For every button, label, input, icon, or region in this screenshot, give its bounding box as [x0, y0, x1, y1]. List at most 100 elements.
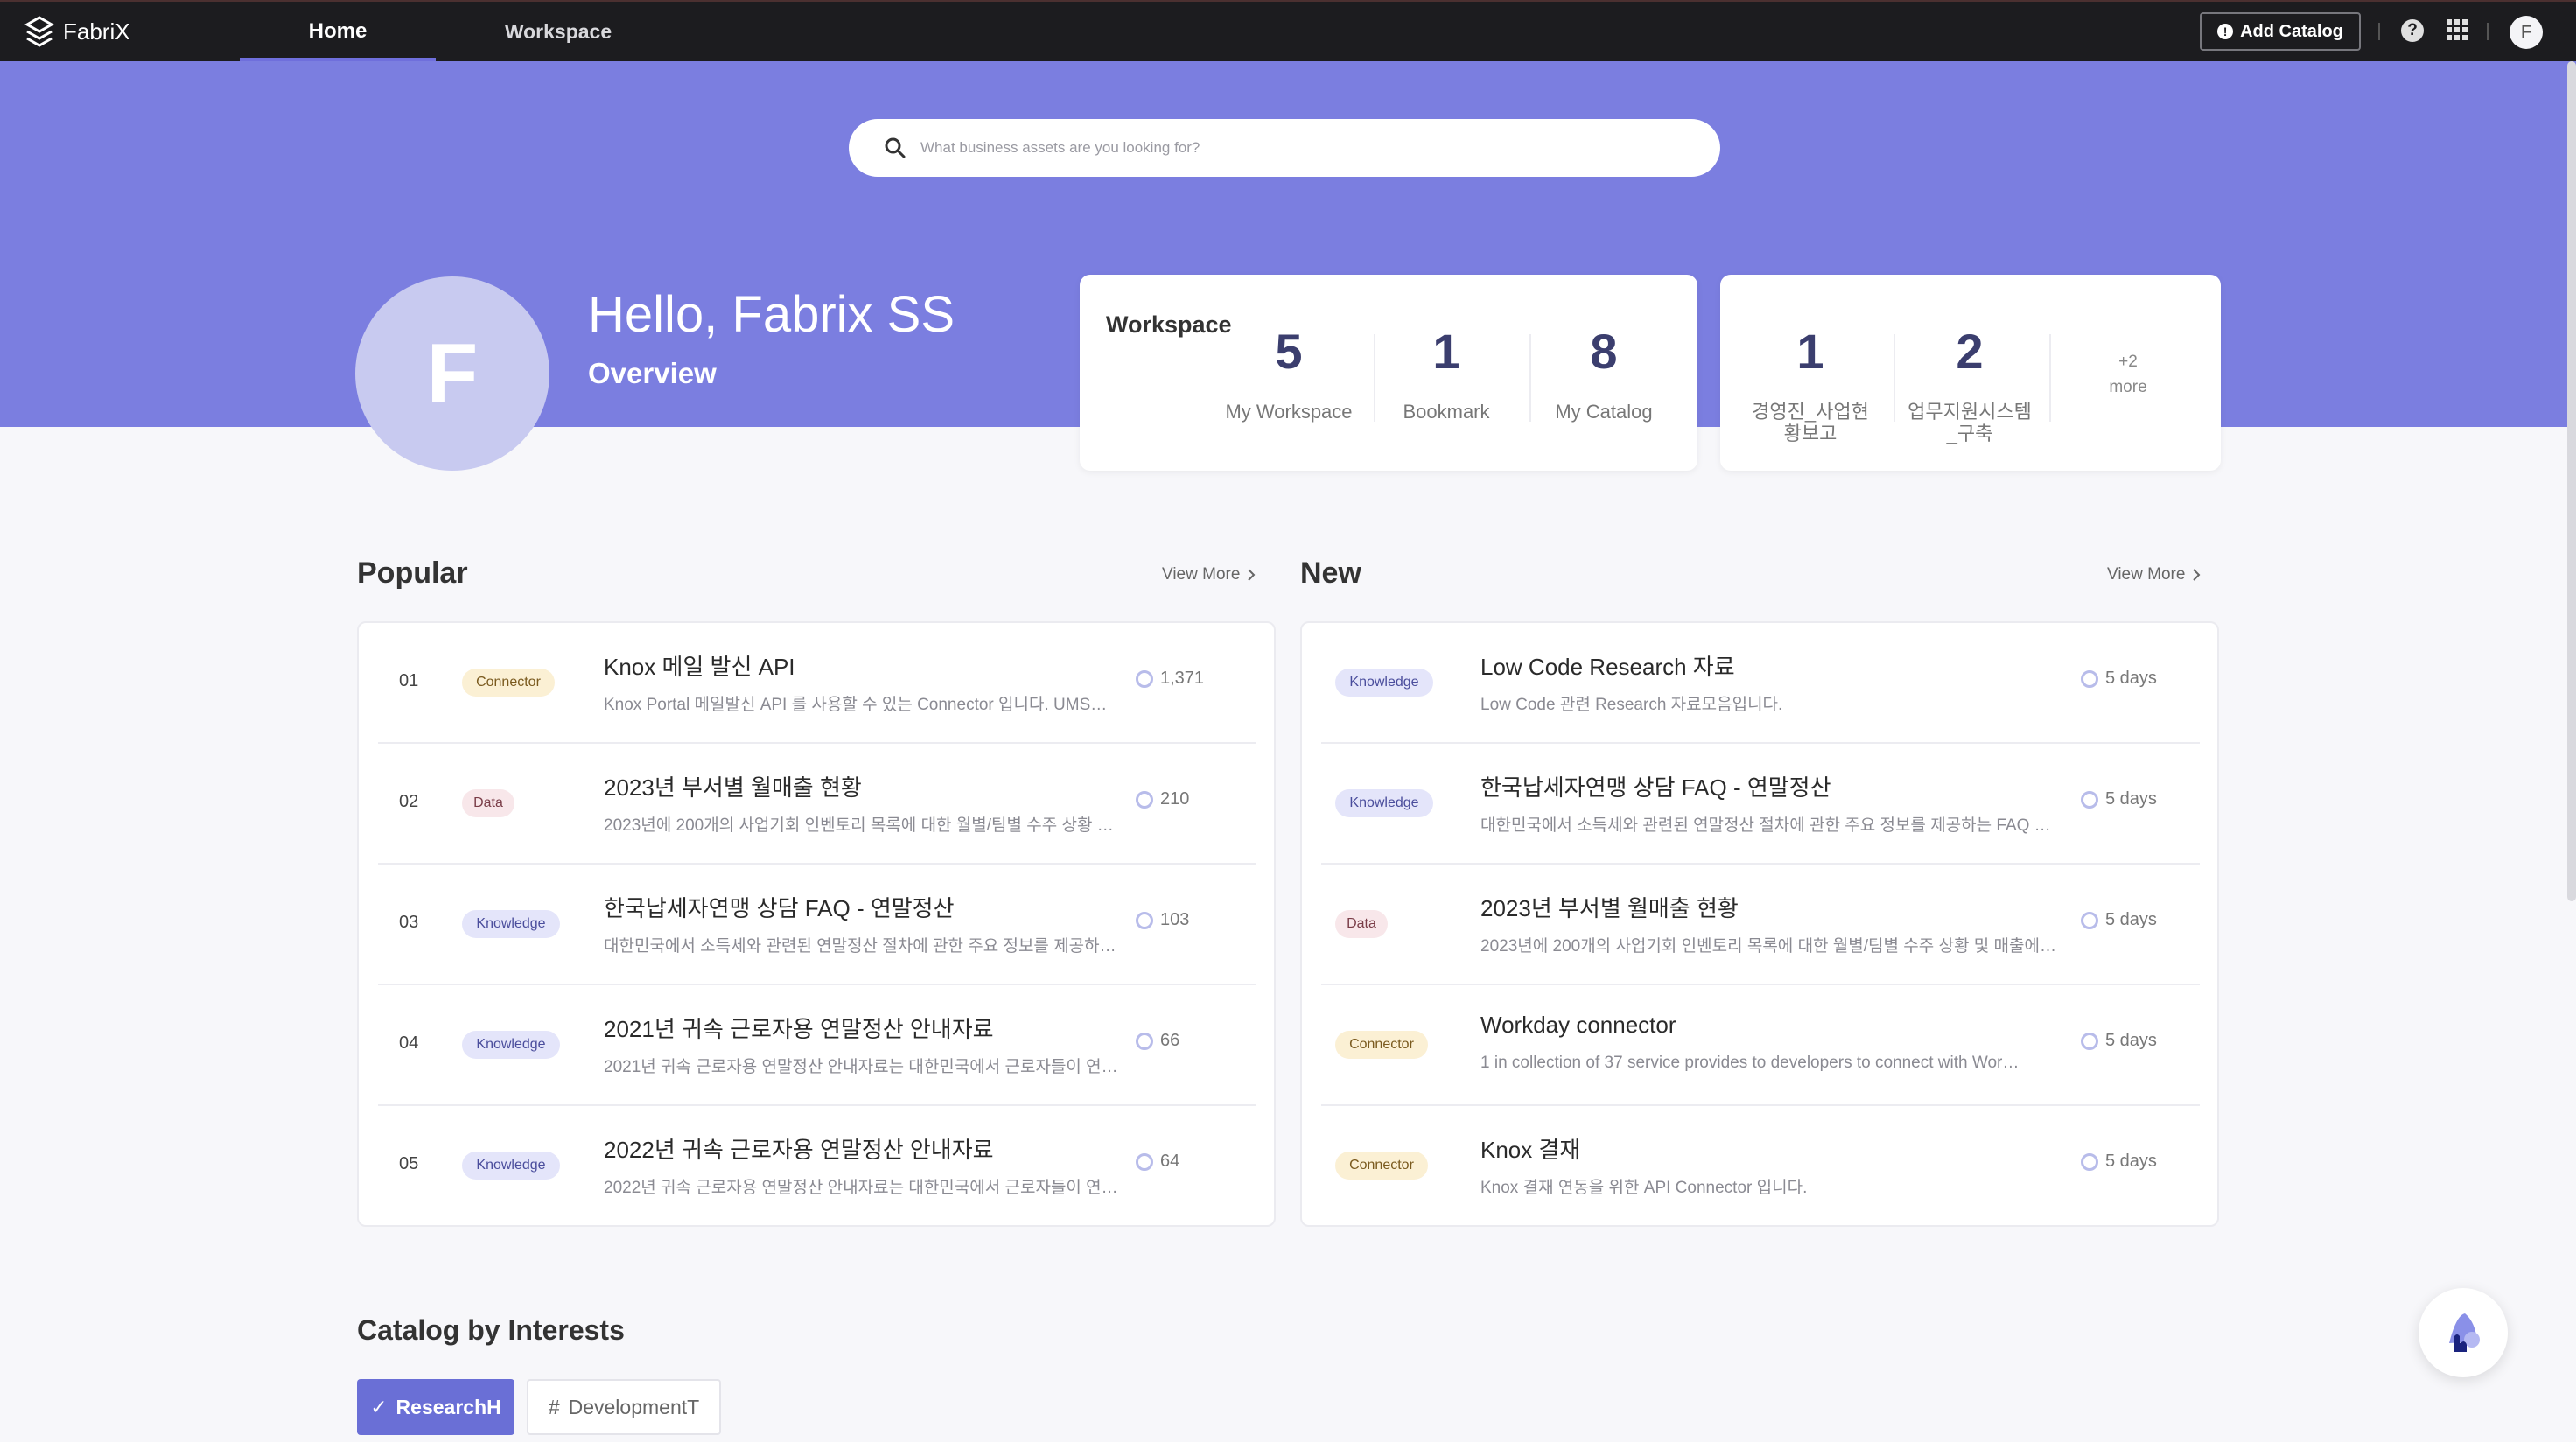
view-count: 103: [1136, 910, 1189, 930]
category-tag: Knowledge: [462, 1031, 560, 1059]
stat-label-line: 황보고: [1783, 423, 1838, 445]
list-item[interactable]: 05 Knowledge 2022년 귀속 근로자용 연말정산 안내자료 202…: [378, 1106, 1256, 1227]
nav-tab-workspace[interactable]: Workspace: [483, 2, 634, 61]
item-description: 2021년 귀속 근로자용 연말정산 안내자료는 대한민국에서 근로자들이 연…: [604, 1058, 1118, 1076]
new-title: New: [1300, 556, 1362, 590]
view-count: 64: [1136, 1152, 1180, 1172]
interest-chip-research[interactable]: ✓ ResearchH: [357, 1379, 514, 1435]
item-description: 대한민국에서 소득세와 관련된 연말정산 절차에 관한 주요 정보를 제공하…: [604, 937, 1116, 956]
info-icon: !: [2217, 24, 2234, 39]
category-tag: Data: [1335, 910, 1388, 938]
clock-icon: [2081, 1152, 2098, 1171]
rank: 05: [399, 1154, 419, 1173]
category-tag: Connector: [462, 668, 555, 696]
item-title: 한국납세자연맹 상담 FAQ - 연말정산: [1480, 774, 1831, 801]
new-view-more-link[interactable]: View More: [2107, 565, 2201, 584]
list-item[interactable]: 02 Data 2023년 부서별 월매출 현황 2023년에 200개의 사업…: [378, 744, 1256, 864]
stat-value: 1: [1796, 324, 1824, 379]
chevron-right-icon: [1248, 569, 1256, 581]
help-icon[interactable]: ?: [2401, 19, 2424, 42]
popular-list: 01 Connector Knox 메일 발신 API Knox Portal …: [357, 621, 1276, 1227]
interest-chip-development[interactable]: # DevelopmentT: [527, 1379, 721, 1435]
views-icon: [1136, 1152, 1153, 1171]
item-title: 2021년 귀속 근로자용 연말정산 안내자료: [604, 1016, 994, 1042]
item-description: Knox 결재 연동을 위한 API Connector 입니다.: [1480, 1179, 1808, 1197]
item-title: Knox 결재: [1480, 1137, 1581, 1163]
add-catalog-label: Add Catalog: [2240, 21, 2343, 41]
project-summary-card: 1 경영진_사업현 황보고 2 업무지원시스템 _구축 +2 more: [1720, 275, 2221, 471]
category-tag: Connector: [1335, 1031, 1428, 1059]
chip-label: DevelopmentT: [568, 1395, 700, 1418]
stat-my-workspace[interactable]: 5 My Workspace: [1211, 324, 1367, 424]
chevron-right-icon: [2193, 569, 2201, 581]
assistant-icon: [2449, 1313, 2480, 1352]
add-catalog-button[interactable]: ! Add Catalog: [2200, 12, 2361, 51]
list-item[interactable]: 03 Knowledge 한국납세자연맹 상담 FAQ - 연말정산 대한민국에…: [378, 864, 1256, 985]
greeting: Hello, Fabrix SS: [588, 286, 956, 343]
fabrix-logo[interactable]: FabriX: [24, 14, 130, 49]
list-item[interactable]: Knowledge Low Code Research 자료 Low Code …: [1321, 623, 2200, 744]
popular-view-more-link[interactable]: View More: [1162, 565, 1256, 584]
clock-icon: [2081, 669, 2098, 688]
item-description: Knox Portal 메일발신 API 를 사용할 수 있는 Connecto…: [604, 696, 1108, 714]
divider: [2378, 23, 2380, 40]
rank: 02: [399, 792, 419, 811]
item-title: 2022년 귀속 근로자용 연말정산 안내자료: [604, 1137, 994, 1163]
item-age: 5 days: [2081, 910, 2157, 930]
list-item[interactable]: Knowledge 한국납세자연맹 상담 FAQ - 연말정산 대한민국에서 소…: [1321, 744, 2200, 864]
item-title: Workday connector: [1480, 1012, 1676, 1038]
stat-value: 2: [1956, 324, 1984, 379]
assistant-fab-button[interactable]: [2418, 1288, 2508, 1377]
stat-bookmark[interactable]: 1 Bookmark: [1368, 324, 1524, 424]
item-description: 1 in collection of 37 service provides t…: [1480, 1054, 2020, 1072]
view-more-label: View More: [1162, 565, 1241, 584]
view-more-label: View More: [2107, 565, 2186, 584]
user-avatar[interactable]: F: [2510, 16, 2543, 49]
category-tag: Knowledge: [462, 1152, 560, 1180]
view-count: 210: [1136, 789, 1189, 809]
item-description: Low Code 관련 Research 자료모음입니다.: [1480, 696, 1783, 714]
stat-my-catalog[interactable]: 8 My Catalog: [1526, 324, 1682, 424]
item-title: Knox 메일 발신 API: [604, 654, 795, 680]
more-projects-link[interactable]: +2 more: [2076, 350, 2180, 400]
stat-label: My Workspace: [1225, 401, 1353, 423]
stat-value: 1: [1432, 324, 1460, 379]
overview-label: Overview: [588, 357, 717, 389]
category-tag: Knowledge: [1335, 668, 1433, 696]
page-scrollbar[interactable]: [2567, 61, 2576, 901]
more-label: more: [2109, 377, 2147, 396]
list-item[interactable]: 01 Connector Knox 메일 발신 API Knox Portal …: [378, 623, 1256, 744]
stat-label: Bookmark: [1403, 401, 1490, 423]
stat-label-line: 경영진_사업현: [1752, 401, 1869, 423]
item-title: 2023년 부서별 월매출 현황: [1480, 895, 1739, 921]
stat-label: 업무지원시스템 _구축: [1892, 401, 2048, 445]
stat-project[interactable]: 1 경영진_사업현 황보고: [1732, 327, 1888, 445]
apps-grid-icon[interactable]: [2446, 19, 2468, 40]
profile-avatar: F: [355, 276, 550, 471]
list-item[interactable]: Data 2023년 부서별 월매출 현황 2023년에 200개의 사업기회 …: [1321, 864, 2200, 985]
item-age: 5 days: [2081, 789, 2157, 809]
item-title: 한국납세자연맹 상담 FAQ - 연말정산: [604, 895, 955, 921]
list-item[interactable]: 04 Knowledge 2021년 귀속 근로자용 연말정산 안내자료 202…: [378, 985, 1256, 1106]
search-bar[interactable]: [849, 119, 1720, 177]
item-description: 대한민국에서 소득세와 관련된 연말정산 절차에 관한 주요 정보를 제공하는 …: [1480, 816, 2051, 835]
list-item[interactable]: Connector Knox 결재 Knox 결재 연동을 위한 API Con…: [1321, 1106, 2200, 1227]
list-item[interactable]: Connector Workday connector 1 in collect…: [1321, 985, 2200, 1106]
divider: [2487, 23, 2488, 40]
category-tag: Knowledge: [462, 910, 560, 938]
item-description: 2022년 귀속 근로자용 연말정산 안내자료는 대한민국에서 근로자들이 연…: [604, 1179, 1118, 1197]
stat-value: 5: [1275, 324, 1303, 379]
workspace-summary-card: Workspace 5 My Workspace 1 Bookmark 8 My…: [1080, 275, 1698, 471]
app-name: FabriX: [63, 18, 130, 45]
stat-project[interactable]: 2 업무지원시스템 _구축: [1892, 327, 2048, 445]
stat-label-line: 업무지원시스템: [1908, 401, 2032, 423]
stat-value: 8: [1590, 324, 1618, 379]
fabrix-logo-icon: [24, 16, 54, 47]
views-icon: [1136, 911, 1153, 929]
search-input[interactable]: [920, 139, 1620, 157]
category-tag: Data: [462, 789, 514, 817]
item-age: 5 days: [2081, 1031, 2157, 1051]
category-tag: Connector: [1335, 1152, 1428, 1180]
nav-tab-home[interactable]: Home: [240, 2, 436, 61]
category-tag: Knowledge: [1335, 789, 1433, 817]
